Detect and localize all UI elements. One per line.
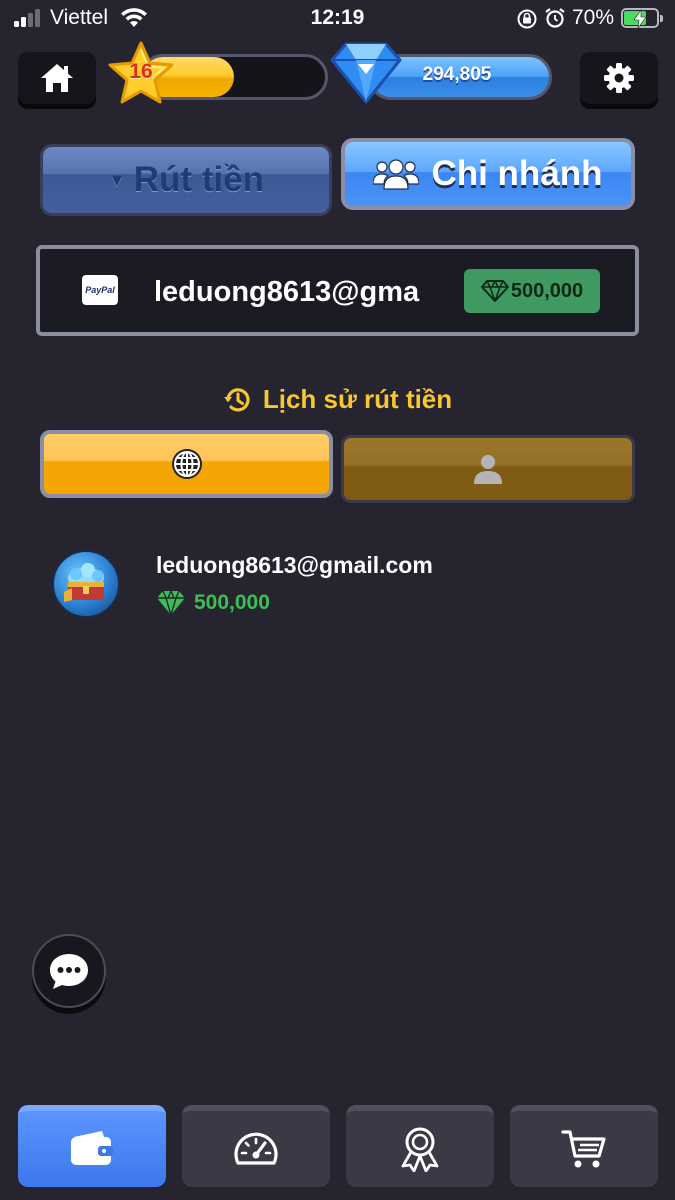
home-button[interactable]	[18, 52, 96, 104]
status-bar: Viettel 12:19 70%	[0, 0, 675, 38]
nav-speedometer[interactable]	[182, 1105, 330, 1187]
history-email: leduong8613@gmail.com	[156, 552, 433, 578]
cart-icon	[561, 1130, 606, 1168]
history-list-item: leduong8613@gmail.com 500,000	[52, 548, 612, 620]
avatar	[52, 550, 120, 618]
withdraw-amount-badge[interactable]: 500,000	[464, 269, 600, 313]
wallet-icon	[71, 1131, 113, 1165]
person-icon	[474, 455, 502, 484]
nav-achievements[interactable]	[346, 1105, 494, 1187]
tab-branch-label: Chi nhánh	[431, 154, 603, 193]
paypal-logo: PayPal	[82, 275, 118, 305]
gem-balance: 294,805	[422, 64, 492, 85]
nav-shop[interactable]	[510, 1105, 658, 1187]
settings-button[interactable]	[580, 52, 658, 104]
history-amount-value: 500,000	[194, 591, 270, 614]
chat-button[interactable]	[32, 934, 106, 1008]
diamond-icon	[480, 280, 509, 302]
withdraw-account-card[interactable]: PayPal leduong8613@gma 500,000	[36, 245, 639, 336]
orientation-lock-icon	[517, 9, 537, 29]
chat-bubble-icon	[50, 954, 88, 989]
battery-percentage: 70%	[572, 6, 615, 29]
alarm-icon	[545, 8, 565, 28]
diamond-icon	[157, 590, 185, 616]
level-number: 16	[129, 60, 153, 83]
tab-global-history[interactable]	[40, 430, 333, 498]
caret-down-icon: ▼	[107, 169, 126, 190]
award-icon	[401, 1127, 439, 1172]
battery-icon	[621, 8, 663, 29]
tab-branch[interactable]: Chi nhánh	[341, 138, 635, 210]
history-title-label: Lịch sử rút tiền	[262, 384, 453, 414]
withdraw-amount: 500,000	[510, 279, 584, 302]
tab-personal-history[interactable]	[341, 435, 635, 503]
payment-method-label: PayPal	[85, 285, 115, 295]
history-icon	[223, 387, 250, 411]
globe-icon	[171, 449, 202, 479]
nav-wallet[interactable]	[18, 1105, 166, 1187]
home-icon	[41, 64, 73, 92]
tab-withdraw-label: Rút tiền	[133, 160, 265, 199]
history-amount: 500,000	[156, 590, 270, 616]
history-title: Lịch sử rút tiền	[0, 384, 675, 415]
users-icon	[373, 159, 420, 190]
speedometer-icon	[234, 1132, 278, 1165]
gear-icon	[604, 63, 634, 93]
account-email: leduong8613@gma	[154, 276, 420, 308]
tab-withdraw[interactable]: ▼ Rút tiền	[40, 144, 332, 216]
treasure-chest-icon	[64, 563, 104, 602]
